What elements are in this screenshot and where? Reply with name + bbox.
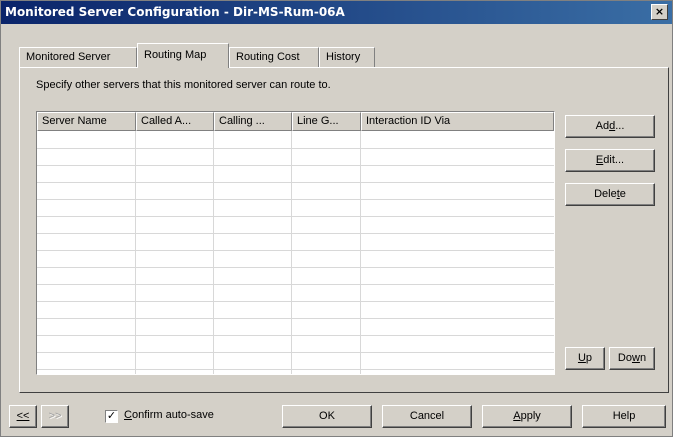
column-line-group[interactable]: Line G... xyxy=(292,112,361,131)
button-text: << xyxy=(16,410,30,422)
grid-row-line xyxy=(37,301,554,302)
button-text: e xyxy=(619,188,626,200)
button-text: Do xyxy=(617,352,632,364)
cancel-button[interactable]: Cancel xyxy=(382,405,472,428)
button-text: OK xyxy=(319,410,335,422)
button-text: ... xyxy=(615,120,625,132)
column-calling-address[interactable]: Calling ... xyxy=(214,112,292,131)
panel-description: Specify other servers that this monitore… xyxy=(36,79,331,91)
grid-row-line xyxy=(37,369,554,370)
previous-button[interactable]: << xyxy=(9,405,37,428)
grid-row-line xyxy=(37,182,554,183)
grid-row-line xyxy=(37,250,554,251)
tab-monitored-server[interactable]: Monitored Server xyxy=(19,47,137,67)
close-button[interactable]: × xyxy=(651,4,668,20)
button-text: Ad xyxy=(595,120,610,132)
button-text: Help xyxy=(612,410,636,422)
help-button[interactable]: Help xyxy=(582,405,666,428)
list-header: Server Name Called A... Calling ... Line… xyxy=(37,112,554,131)
label-text: onfirm auto-save xyxy=(131,409,214,421)
column-called-address[interactable]: Called A... xyxy=(136,112,214,131)
confirm-autosave-label[interactable]: Confirm auto-save xyxy=(124,409,214,421)
tab-label: Routing Map xyxy=(144,49,207,61)
tab-history[interactable]: History xyxy=(319,47,375,67)
grid-row-line xyxy=(37,199,554,200)
grid-row-line xyxy=(37,233,554,234)
grid-row-line xyxy=(37,165,554,166)
tab-routing-cost[interactable]: Routing Cost xyxy=(229,47,319,67)
tab-label: Monitored Server xyxy=(26,51,111,63)
edit-button[interactable]: Edit... xyxy=(565,149,655,172)
delete-button[interactable]: Delete xyxy=(565,183,655,206)
grid-row-line xyxy=(37,216,554,217)
routing-map-panel: Specify other servers that this monitore… xyxy=(19,67,669,393)
ok-button[interactable]: OK xyxy=(282,405,372,428)
list-grid xyxy=(37,131,554,374)
down-button[interactable]: Down xyxy=(609,347,655,370)
next-button[interactable]: >> xyxy=(41,405,69,428)
tab-routing-map[interactable]: Routing Map xyxy=(137,43,229,68)
close-icon: × xyxy=(654,5,665,18)
check-icon: ✓ xyxy=(106,410,117,422)
add-button[interactable]: Add... xyxy=(565,115,655,138)
grid-column-line xyxy=(213,131,214,374)
button-text: Dele xyxy=(594,188,617,200)
routing-map-list[interactable]: Server Name Called A... Calling ... Line… xyxy=(36,111,555,375)
button-text: >> xyxy=(48,410,62,422)
button-text: p xyxy=(585,352,593,364)
grid-column-line xyxy=(291,131,292,374)
button-accel: U xyxy=(577,352,586,364)
grid-row-line xyxy=(37,318,554,319)
confirm-autosave-checkbox[interactable]: ✓ xyxy=(105,410,118,423)
apply-button[interactable]: Apply xyxy=(482,405,572,428)
column-interaction-id-via[interactable]: Interaction ID Via xyxy=(361,112,554,131)
window-title: Monitored Server Configuration - Dir-MS-… xyxy=(5,5,345,19)
button-text: dit... xyxy=(603,154,625,166)
tab-label: Routing Cost xyxy=(236,51,300,63)
title-bar[interactable]: Monitored Server Configuration - Dir-MS-… xyxy=(1,1,672,24)
button-accel: A xyxy=(513,410,521,422)
up-button[interactable]: Up xyxy=(565,347,605,370)
config-dialog: Monitored Server Configuration - Dir-MS-… xyxy=(0,0,673,437)
column-server-name[interactable]: Server Name xyxy=(37,112,136,131)
grid-row-line xyxy=(37,267,554,268)
button-text: n xyxy=(639,352,647,364)
grid-row-line xyxy=(37,284,554,285)
grid-column-line xyxy=(360,131,361,374)
grid-row-line xyxy=(37,148,554,149)
grid-row-line xyxy=(37,335,554,336)
grid-row-line xyxy=(37,352,554,353)
label-accel: C xyxy=(124,409,132,421)
button-accel: w xyxy=(631,352,640,364)
button-text: pply xyxy=(520,410,541,422)
button-text: Cancel xyxy=(409,410,445,422)
tab-label: History xyxy=(326,51,361,63)
grid-column-line xyxy=(135,131,136,374)
